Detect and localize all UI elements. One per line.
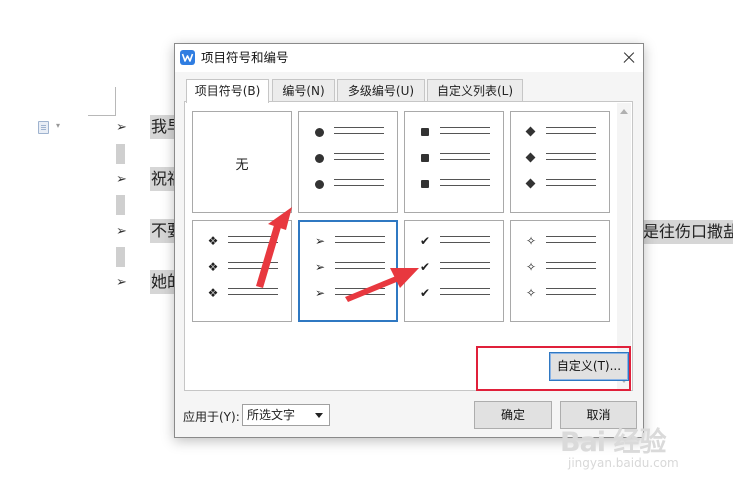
chevron-down-icon[interactable]: ▾ xyxy=(56,121,60,130)
checkmark-icon: ✔ xyxy=(419,286,431,300)
filled-square-icon xyxy=(418,151,432,165)
bullet-style-checkmark[interactable]: ✔ ✔ ✔ xyxy=(404,220,504,322)
watermark-logo: Bai 经验 xyxy=(560,427,666,458)
bullet-style-none[interactable]: 无 xyxy=(192,111,292,213)
document-line-fragment[interactable]: 是往伤口撒盐 xyxy=(642,220,733,244)
page-corner-mark xyxy=(115,87,116,115)
bullet-style-filled-circle[interactable] xyxy=(298,111,398,213)
selection-gap xyxy=(116,144,125,164)
arrowhead-icon: ➢ xyxy=(314,286,326,300)
tab-numbering[interactable]: 编号(N) xyxy=(272,79,335,102)
bullet-style-star[interactable]: ✧ ✧ ✧ xyxy=(510,220,610,322)
tab-custom-list[interactable]: 自定义列表(L) xyxy=(427,79,523,102)
bullets-and-numbering-dialog: 项目符号和编号 项目符号(B) 编号(N) 多级编号(U) 自定义列表(L) 无 xyxy=(174,43,644,438)
document-line[interactable]: 祝福 xyxy=(150,167,175,191)
dialog-titlebar[interactable]: 项目符号和编号 xyxy=(175,44,643,72)
selection-gap xyxy=(116,195,125,215)
bullet-gallery-panel: 无 ❖ ❖ ❖ ➢ ➢ ➢ ✔ ✔ ✔ ✧ ✧ ✧ 自定义(T)... xyxy=(184,101,633,391)
star-icon: ✧ xyxy=(525,234,537,248)
bullet-icon: ➢ xyxy=(116,224,127,239)
baidu-watermark: Bai 经验 jingyan.baidu.com xyxy=(560,420,700,480)
document-line[interactable]: 不要 xyxy=(150,219,175,243)
filled-circle-icon xyxy=(312,125,326,139)
filled-circle-icon xyxy=(312,151,326,165)
apply-to-label: 应用于(Y): xyxy=(183,410,240,424)
checkmark-icon: ✔ xyxy=(419,260,431,274)
filled-circle-icon xyxy=(312,177,326,191)
wps-logo-icon xyxy=(180,50,195,65)
none-label: 无 xyxy=(235,158,249,173)
paste-options-icon[interactable] xyxy=(38,121,49,134)
bullet-icon: ➢ xyxy=(116,275,127,290)
bullet-style-filled-diamond[interactable] xyxy=(510,111,610,213)
bullet-icon: ➢ xyxy=(116,172,127,187)
chevron-down-icon xyxy=(315,413,323,418)
bullet-style-arrowhead[interactable]: ➢ ➢ ➢ xyxy=(298,220,398,322)
star-icon: ✧ xyxy=(525,260,537,274)
apply-to-select[interactable]: 所选文字 xyxy=(242,404,330,426)
filled-square-icon xyxy=(418,125,432,139)
filled-square-icon xyxy=(418,177,432,191)
bullet-style-four-diamond[interactable]: ❖ ❖ ❖ xyxy=(192,220,292,322)
tab-multilevel[interactable]: 多级编号(U) xyxy=(337,79,425,102)
bullet-icon: ➢ xyxy=(116,120,127,135)
checkmark-icon: ✔ xyxy=(419,234,431,248)
four-diamond-icon: ❖ xyxy=(207,286,219,300)
tab-bullets[interactable]: 项目符号(B) xyxy=(186,79,269,103)
filled-diamond-icon xyxy=(524,125,538,139)
document-line[interactable]: 我早 xyxy=(150,115,175,139)
bullet-style-filled-square[interactable] xyxy=(404,111,504,213)
customize-button[interactable]: 自定义(T)... xyxy=(549,352,629,381)
document-line[interactable]: 她的 xyxy=(150,270,175,294)
apply-to-value: 所选文字 xyxy=(247,408,296,422)
arrowhead-icon: ➢ xyxy=(314,260,326,274)
page-corner-mark xyxy=(88,115,116,116)
close-icon[interactable] xyxy=(615,44,643,72)
scroll-up-icon[interactable] xyxy=(620,109,628,114)
selection-gap xyxy=(116,247,125,267)
filled-diamond-icon xyxy=(524,151,538,165)
ok-button[interactable]: 确定 xyxy=(474,401,552,429)
star-icon: ✧ xyxy=(525,286,537,300)
four-diamond-icon: ❖ xyxy=(207,234,219,248)
watermark-url: jingyan.baidu.com xyxy=(568,456,679,470)
four-diamond-icon: ❖ xyxy=(207,260,219,274)
filled-diamond-icon xyxy=(524,177,538,191)
arrowhead-icon: ➢ xyxy=(314,234,326,248)
dialog-title: 项目符号和编号 xyxy=(201,50,289,65)
